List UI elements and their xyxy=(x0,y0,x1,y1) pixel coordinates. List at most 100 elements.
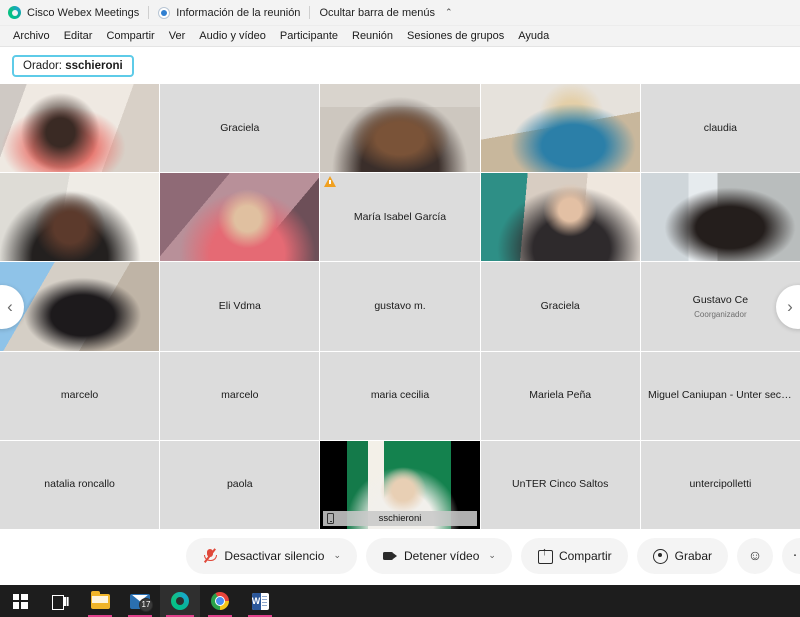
participant-tile[interactable] xyxy=(0,173,160,262)
participant-tile[interactable] xyxy=(480,173,640,262)
participant-tile[interactable]: UnTER Cinco Saltos xyxy=(480,440,640,529)
participant-video-feed xyxy=(0,84,160,173)
menu-item-participante[interactable]: Participante xyxy=(273,28,345,44)
participant-tile[interactable] xyxy=(160,173,320,262)
participant-tile[interactable]: marcelo xyxy=(160,351,320,440)
title-bar: Cisco Webex Meetings Información de la r… xyxy=(0,0,800,26)
ellipsis-icon: ··· xyxy=(792,546,800,563)
meeting-info-button[interactable]: Información de la reunión xyxy=(158,6,309,19)
record-icon xyxy=(653,548,669,564)
participant-placeholder: gustavo m. xyxy=(320,300,479,313)
hide-menubar-label: Ocultar barra de menús xyxy=(319,6,435,19)
participant-placeholder: claudia xyxy=(641,122,800,135)
start-button[interactable] xyxy=(0,585,40,617)
participant-placeholder: natalia roncallo xyxy=(0,478,159,491)
menu-item-ver[interactable]: Ver xyxy=(162,28,193,44)
participant-placeholder: marcelo xyxy=(0,389,159,402)
active-speaker-name: sschieroni xyxy=(65,59,123,72)
participant-tile[interactable]: claudia xyxy=(640,84,800,173)
participant-tile[interactable] xyxy=(480,84,640,173)
participant-tile[interactable] xyxy=(320,84,480,173)
participant-tile[interactable]: marcelo xyxy=(0,351,160,440)
participant-tile[interactable]: Graciela xyxy=(160,84,320,173)
app-identity: Cisco Webex Meetings xyxy=(8,6,148,19)
participant-tile[interactable]: untercipolletti xyxy=(640,440,800,529)
hide-menubar-button[interactable]: Ocultar barra de menús ⌃ xyxy=(319,7,461,19)
participant-tile[interactable]: Miguel Caniupan - Unter secc... xyxy=(640,351,800,440)
participant-placeholder: Graciela xyxy=(481,300,640,313)
menu-item-ayuda[interactable]: Ayuda xyxy=(511,28,556,44)
reactions-button[interactable]: ☺ xyxy=(737,537,773,574)
participant-tile[interactable]: gustavo m. xyxy=(320,262,480,351)
participant-tile[interactable]: Eli Vdma xyxy=(160,262,320,351)
participant-name: Miguel Caniupan - Unter secc... xyxy=(647,389,796,402)
record-button[interactable]: Grabar xyxy=(636,537,728,574)
participant-video-feed xyxy=(640,173,800,262)
video-toggle-button[interactable]: Detener vídeo ⌄ xyxy=(366,537,512,574)
participant-name: gustavo m. xyxy=(374,299,426,312)
word-button[interactable] xyxy=(240,585,280,617)
menu-item-archivo[interactable]: Archivo xyxy=(6,28,57,44)
participant-video-feed xyxy=(320,84,480,173)
participant-placeholder: maria cecilia xyxy=(320,389,479,402)
menu-item-audio-y-v-deo[interactable]: Audio y vídeo xyxy=(192,28,273,44)
participant-video-feed xyxy=(160,173,320,262)
participant-tile[interactable]: Graciela xyxy=(480,262,640,351)
meeting-info-label: Información de la reunión xyxy=(176,6,301,19)
participant-name: marcelo xyxy=(60,389,99,402)
participant-tile[interactable]: María Isabel García xyxy=(320,173,480,262)
menu-item-editar[interactable]: Editar xyxy=(57,28,100,44)
share-button[interactable]: Compartir xyxy=(520,537,628,574)
file-explorer-button[interactable] xyxy=(80,585,120,617)
menu-item-reuni-n[interactable]: Reunión xyxy=(345,28,400,44)
mail-icon: 17 xyxy=(130,593,153,612)
webex-taskbar-button[interactable] xyxy=(160,585,200,617)
participant-tile[interactable]: sschieroni xyxy=(320,440,480,529)
participant-name: Eli Vdma xyxy=(218,299,261,312)
participant-name: claudia xyxy=(703,121,738,134)
participant-name: natalia roncallo xyxy=(44,478,115,491)
mute-toggle-label: Desactivar silencio xyxy=(224,548,325,563)
video-options-chevron-icon[interactable]: ⌄ xyxy=(488,550,496,561)
mail-button[interactable]: 17 xyxy=(120,585,160,617)
participant-placeholder: Eli Vdma xyxy=(160,300,319,313)
task-view-icon xyxy=(52,594,68,610)
participant-video-feed xyxy=(480,84,640,173)
share-label: Compartir xyxy=(558,548,612,563)
chrome-button[interactable] xyxy=(200,585,240,617)
participant-name: María Isabel García xyxy=(353,210,447,223)
participant-placeholder: Graciela xyxy=(160,122,319,135)
windows-taskbar: 17 xyxy=(0,585,800,617)
participant-name: sschieroni xyxy=(378,512,422,524)
participant-name: untercipolletti xyxy=(689,478,752,491)
camera-icon xyxy=(382,548,397,563)
menu-item-compartir[interactable]: Compartir xyxy=(99,28,161,44)
participant-tile[interactable]: Mariela Peña xyxy=(480,351,640,440)
participant-tile[interactable] xyxy=(640,173,800,262)
active-speaker-strip: Orador: sschieroni xyxy=(0,47,800,84)
participant-name: UnTER Cinco Saltos xyxy=(512,478,609,491)
participant-tile[interactable] xyxy=(0,84,160,173)
more-options-button[interactable]: ··· xyxy=(782,537,800,574)
task-view-button[interactable] xyxy=(40,585,80,617)
participant-placeholder: UnTER Cinco Saltos xyxy=(481,478,640,491)
participant-tile[interactable]: paola xyxy=(160,440,320,529)
participant-placeholder: paola xyxy=(160,478,319,491)
info-icon xyxy=(158,6,171,19)
webex-logo-icon xyxy=(8,6,21,19)
menu-item-sesiones-de-grupos[interactable]: Sesiones de grupos xyxy=(400,28,511,44)
microphone-muted-icon xyxy=(202,548,218,563)
participant-name: maria cecilia xyxy=(370,389,430,402)
webex-icon xyxy=(171,592,189,610)
mute-toggle-button[interactable]: Desactivar silencio ⌄ xyxy=(186,537,358,574)
active-speaker-pill: Orador: sschieroni xyxy=(12,54,134,77)
mute-options-chevron-icon[interactable]: ⌄ xyxy=(333,550,341,561)
webex-meeting-window: Cisco Webex Meetings Información de la r… xyxy=(0,0,800,617)
participant-placeholder: Miguel Caniupan - Unter secc... xyxy=(641,389,800,402)
smiley-icon: ☺ xyxy=(747,547,763,563)
participant-tile[interactable]: natalia roncallo xyxy=(0,440,160,529)
chevron-left-icon: ‹ xyxy=(7,296,13,316)
folder-icon xyxy=(90,590,110,609)
participant-video-feed xyxy=(480,173,640,262)
participant-tile[interactable]: maria cecilia xyxy=(320,351,480,440)
